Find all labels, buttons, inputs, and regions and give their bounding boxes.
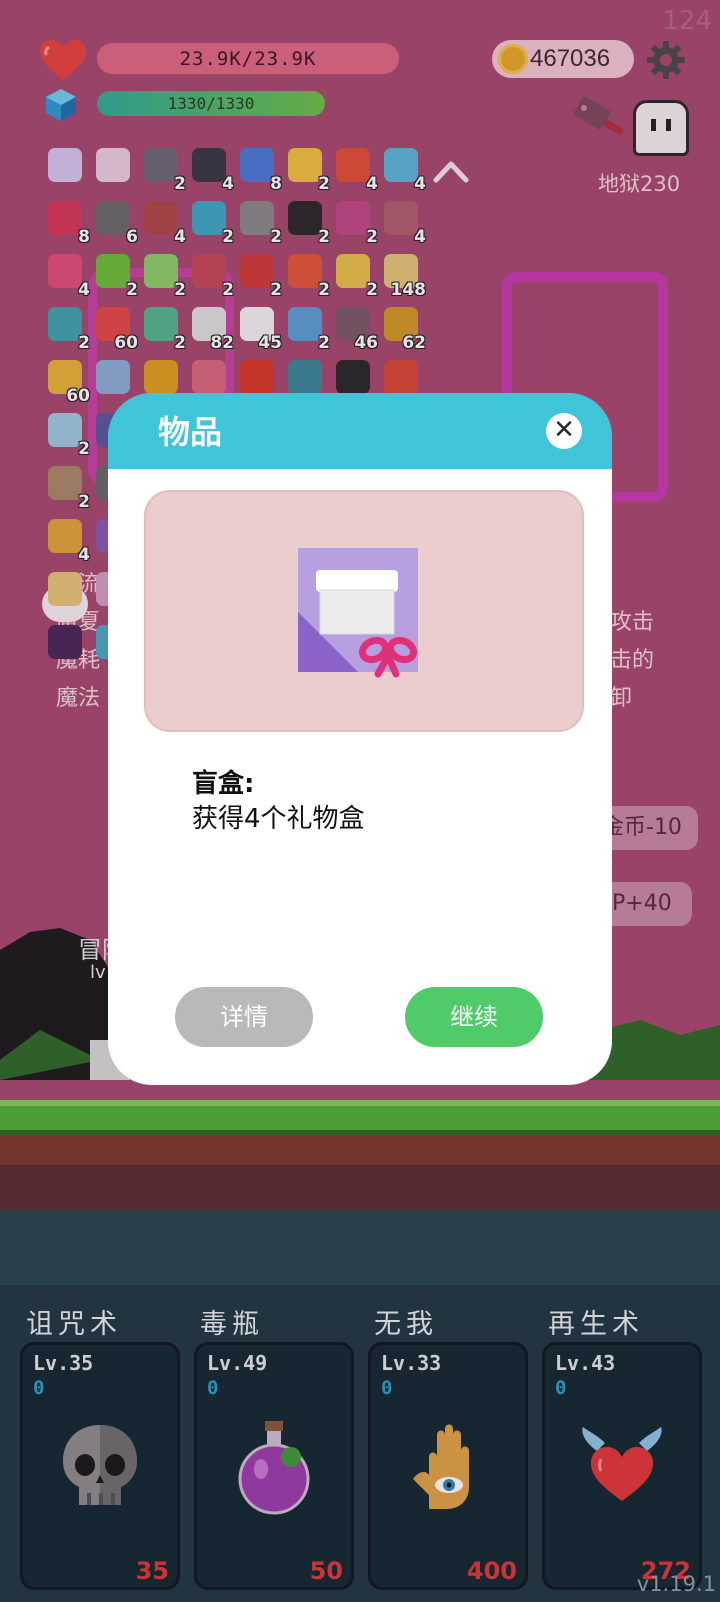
- continue-button[interactable]: 继续: [405, 987, 543, 1047]
- item-dialog: 物品 ✕ 盲盒: 获得4个礼物盒 详情 继续: [108, 393, 612, 1085]
- details-button[interactable]: 详情: [175, 987, 313, 1047]
- close-icon: ✕: [553, 415, 575, 445]
- dialog-header: 物品 ✕: [108, 393, 612, 469]
- item-preview: [144, 490, 584, 732]
- close-button[interactable]: ✕: [546, 413, 582, 449]
- gift-box-icon: [298, 548, 418, 678]
- item-name: 盲盒:: [192, 769, 255, 799]
- dialog-title: 物品: [158, 413, 223, 451]
- item-description: 获得4个礼物盒: [192, 804, 365, 834]
